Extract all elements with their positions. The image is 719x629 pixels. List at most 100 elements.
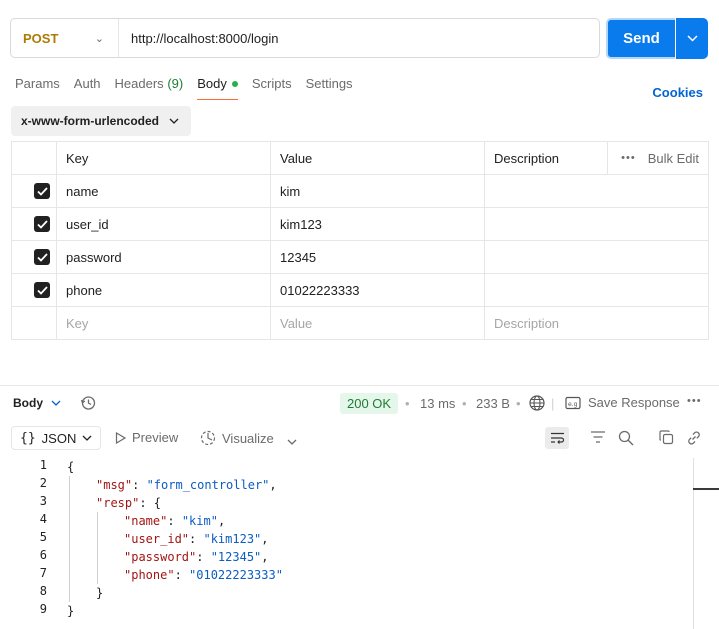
- tab-auth[interactable]: Auth: [74, 76, 101, 100]
- response-size[interactable]: 233 B: [476, 396, 510, 411]
- filter-icon[interactable]: [590, 430, 606, 447]
- key-placeholder-cell[interactable]: Key: [56, 306, 271, 340]
- description-cell[interactable]: [484, 174, 709, 208]
- preview-button[interactable]: Preview: [115, 430, 178, 445]
- separator-bar: |: [551, 396, 555, 411]
- request-url-bar: POST ⌄ http://localhost:8000/login: [10, 18, 600, 58]
- copy-icon[interactable]: [659, 430, 674, 448]
- tab-body[interactable]: Body: [197, 76, 238, 100]
- save-response-button[interactable]: e.g Save Response: [565, 395, 680, 410]
- code-scrollbar[interactable]: [693, 458, 694, 629]
- status-badge[interactable]: 200 OK: [340, 393, 399, 414]
- row-checkbox-cell: [11, 306, 57, 340]
- table-row: password 12345: [11, 240, 709, 274]
- table-header-row: Key Value Description ••• Bulk Edit: [11, 141, 709, 175]
- description-placeholder-cell[interactable]: Description: [484, 306, 709, 340]
- chevron-down-icon: [82, 435, 92, 441]
- description-cell[interactable]: [484, 273, 709, 307]
- row-checkbox[interactable]: [34, 216, 50, 232]
- code-line: }: [67, 602, 74, 620]
- send-button[interactable]: Send: [606, 18, 675, 59]
- table-row: name kim: [11, 174, 709, 208]
- globe-icon[interactable]: [529, 395, 545, 414]
- json-string: "kim123": [203, 532, 262, 546]
- key-cell[interactable]: phone: [56, 273, 271, 307]
- visualize-button[interactable]: Visualize: [200, 430, 274, 446]
- line-number: 7: [39, 566, 47, 580]
- tab-headers[interactable]: Headers (9): [115, 76, 184, 100]
- json-string: "kim": [181, 514, 218, 528]
- visualize-icon: [200, 430, 216, 446]
- line-number: 8: [39, 584, 47, 598]
- tab-scripts[interactable]: Scripts: [252, 76, 292, 100]
- code-line: "user_id": "kim123",: [124, 532, 269, 546]
- tab-params[interactable]: Params: [15, 76, 60, 100]
- chevron-down-icon[interactable]: [51, 397, 61, 409]
- key-cell[interactable]: password: [56, 240, 271, 274]
- search-icon[interactable]: [618, 430, 634, 449]
- json-key: "user_id": [124, 532, 190, 546]
- method-select[interactable]: POST ⌄: [11, 19, 119, 57]
- row-checkbox[interactable]: [34, 249, 50, 265]
- chevron-down-icon: [686, 35, 698, 42]
- table-row: phone 01022223333: [11, 273, 709, 307]
- send-options-button[interactable]: [676, 18, 708, 59]
- line-number: 4: [39, 512, 47, 526]
- json-string: "12345": [210, 550, 262, 564]
- table-row-new: Key Value Description: [11, 306, 709, 340]
- url-input[interactable]: http://localhost:8000/login: [119, 19, 599, 57]
- bulk-edit-button[interactable]: ••• Bulk Edit: [617, 151, 699, 166]
- json-key: "phone": [124, 568, 175, 582]
- tab-body-label: Body: [197, 76, 227, 91]
- description-cell[interactable]: [484, 240, 709, 274]
- body-type-select[interactable]: x-www-form-urlencoded: [11, 106, 191, 136]
- response-body-label[interactable]: Body: [13, 396, 43, 410]
- method-label: POST: [23, 30, 59, 46]
- wrap-lines-button[interactable]: [545, 427, 569, 449]
- value-placeholder-cell[interactable]: Value: [270, 306, 485, 340]
- code-line: {: [67, 458, 74, 476]
- tab-params-label: Params: [15, 76, 60, 91]
- request-tabs: Params Auth Headers (9) Body Scripts Set…: [15, 76, 367, 100]
- visualize-label: Visualize: [222, 430, 274, 446]
- line-number: 6: [39, 548, 47, 562]
- key-cell[interactable]: user_id: [56, 207, 271, 241]
- row-checkbox-cell: [11, 240, 57, 274]
- response-time[interactable]: 13 ms: [420, 396, 455, 411]
- braces-icon: {}: [20, 430, 36, 446]
- check-icon: [36, 219, 48, 229]
- tab-headers-label: Headers: [114, 76, 164, 91]
- value-cell[interactable]: kim123: [270, 207, 485, 241]
- format-label: JSON: [41, 430, 77, 446]
- tab-settings[interactable]: Settings: [306, 76, 353, 100]
- check-icon: [36, 285, 48, 295]
- row-checkbox-cell: [11, 207, 57, 241]
- code-line: }: [96, 584, 103, 602]
- check-icon: [36, 252, 48, 262]
- line-number: 1: [39, 458, 47, 472]
- description-cell[interactable]: [484, 207, 709, 241]
- key-cell[interactable]: name: [56, 174, 271, 208]
- checkbox-header: [11, 141, 57, 175]
- cookies-link[interactable]: Cookies: [652, 85, 703, 100]
- value-cell[interactable]: 12345: [270, 240, 485, 274]
- chevron-down-icon[interactable]: [287, 433, 297, 448]
- json-brace: {: [67, 460, 75, 474]
- svg-text:e.g: e.g: [568, 401, 578, 408]
- row-checkbox[interactable]: [34, 183, 50, 199]
- indent-guide: [69, 476, 70, 602]
- tab-settings-label: Settings: [305, 76, 353, 91]
- json-key: "msg": [96, 478, 133, 492]
- value-cell[interactable]: 01022223333: [270, 273, 485, 307]
- row-checkbox[interactable]: [34, 282, 50, 298]
- line-number: 5: [39, 530, 47, 544]
- check-icon: [36, 186, 48, 196]
- more-options-icon[interactable]: •••: [687, 395, 702, 407]
- body-indicator-dot: [231, 80, 238, 87]
- tab-auth-label: Auth: [73, 76, 101, 91]
- link-icon[interactable]: [686, 430, 702, 449]
- scroll-position-marker: [693, 488, 719, 490]
- value-cell[interactable]: kim: [270, 174, 485, 208]
- format-select[interactable]: {} JSON: [11, 426, 102, 450]
- history-icon[interactable]: [80, 395, 96, 414]
